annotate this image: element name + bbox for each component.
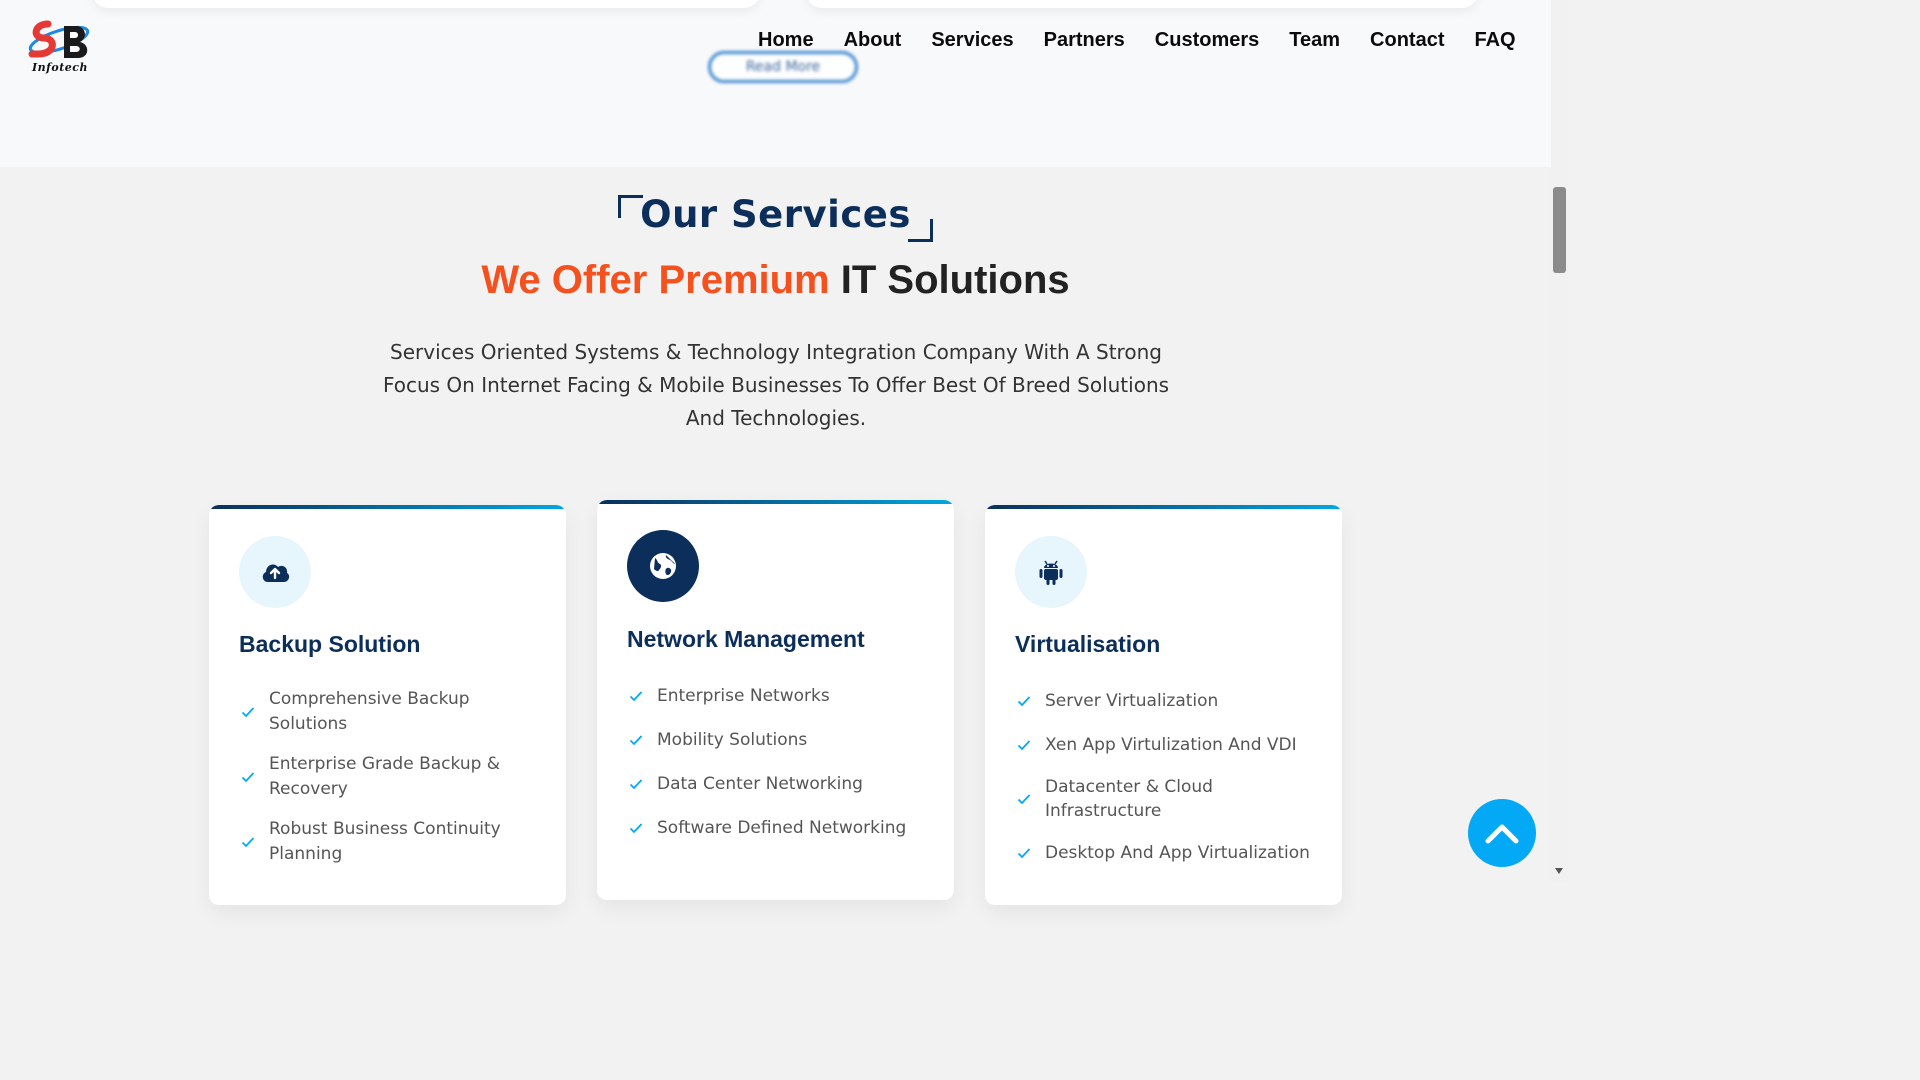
check-icon: [1017, 696, 1031, 707]
check-icon: [1017, 848, 1031, 859]
logo-mark-icon: [28, 20, 90, 58]
previous-card: [92, 0, 760, 8]
nav-about[interactable]: About: [844, 29, 902, 52]
scrollbar-thumb[interactable]: [1553, 187, 1566, 273]
check-icon: [629, 823, 643, 834]
feature-text: Xen App Virtulization And VDI: [1045, 735, 1297, 755]
feature-text: Enterprise Networks: [657, 686, 830, 706]
check-icon: [629, 735, 643, 746]
feature-text: Mobility Solutions: [657, 730, 808, 750]
list-item: Enterprise Grade Backup & Recovery: [239, 752, 546, 801]
logo-text: Infotech: [32, 61, 88, 74]
bracket-decoration: [618, 195, 644, 218]
nav-partners[interactable]: Partners: [1044, 29, 1125, 52]
card-accent-bar: [597, 500, 954, 504]
section-label-text: Our Services: [640, 193, 911, 236]
check-icon: [1017, 740, 1031, 751]
nav-services[interactable]: Services: [931, 29, 1013, 52]
list-item: Enterprise Networks: [627, 684, 934, 709]
previous-card: [806, 0, 1478, 8]
scroll-down-arrow-icon[interactable]: [1555, 868, 1563, 874]
list-item: Mobility Solutions: [627, 728, 934, 753]
card-title: Network Management: [627, 626, 865, 652]
section-label-wrap: Our Services: [0, 193, 1551, 242]
android-icon: [1015, 536, 1087, 608]
check-icon: [241, 706, 255, 717]
feature-list: Comprehensive Backup Solutions Enterpris…: [239, 687, 546, 866]
list-item: Data Center Networking: [627, 772, 934, 797]
service-card-virtualisation[interactable]: Virtualisation Server Virtualization Xen…: [985, 505, 1342, 905]
card-title: Virtualisation: [1015, 631, 1161, 657]
check-icon: [241, 836, 255, 847]
feature-text: Robust Business Continuity Planning: [269, 819, 501, 864]
list-item: Comprehensive Backup Solutions: [239, 687, 546, 736]
check-icon: [629, 779, 643, 790]
scrollbar-track[interactable]: [1551, 0, 1568, 882]
section-label: Our Services: [618, 193, 933, 242]
bracket-decoration: [907, 219, 933, 242]
list-item: Xen App Virtulization And VDI: [1015, 733, 1322, 758]
card-title: Backup Solution: [239, 631, 421, 657]
nav-contact[interactable]: Contact: [1370, 29, 1444, 52]
feature-text: Desktop And App Virtualization: [1045, 842, 1310, 863]
service-card-network[interactable]: Network Management Enterprise Networks M…: [597, 500, 954, 900]
card-accent-bar: [209, 505, 566, 509]
main-nav: Home About Services Partners Customers T…: [758, 29, 1516, 52]
list-item: Robust Business Continuity Planning: [239, 817, 546, 866]
globe-icon: [627, 530, 699, 602]
service-card-backup[interactable]: Backup Solution Comprehensive Backup Sol…: [209, 505, 566, 905]
back-to-top-button[interactable]: [1468, 799, 1536, 867]
nav-customers[interactable]: Customers: [1155, 29, 1259, 52]
feature-text: Enterprise Grade Backup & Recovery: [269, 754, 501, 799]
feature-list: Enterprise Networks Mobility Solutions D…: [627, 684, 934, 841]
feature-text: Comprehensive Backup Solutions: [269, 689, 470, 734]
nav-home[interactable]: Home: [758, 29, 814, 52]
nav-team[interactable]: Team: [1289, 29, 1340, 52]
card-accent-bar: [985, 505, 1342, 509]
feature-text: Datacenter & Cloud Infrastructure: [1045, 776, 1213, 822]
previous-section: Read More: [0, 0, 1551, 167]
list-item: Software Defined Networking: [627, 816, 934, 841]
headline-rest: IT Solutions: [840, 258, 1070, 302]
chevron-up-icon: [1485, 824, 1519, 844]
section-headline: We Offer Premium IT Solutions: [0, 258, 1551, 303]
headline-accent: We Offer Premium: [481, 258, 830, 302]
feature-text: Software Defined Networking: [657, 818, 907, 838]
nav-faq[interactable]: FAQ: [1475, 29, 1516, 52]
cloud-upload-icon: [239, 536, 311, 608]
feature-text: Data Center Networking: [657, 774, 863, 794]
list-item: Datacenter & Cloud Infrastructure: [1015, 775, 1322, 824]
section-intro: Services Oriented Systems & Technology I…: [382, 340, 1170, 430]
check-icon: [1017, 794, 1031, 805]
feature-list: Server Virtualization Xen App Virtulizat…: [1015, 689, 1322, 865]
read-more-button[interactable]: Read More: [708, 51, 858, 83]
list-item: Server Virtualization: [1015, 689, 1322, 714]
list-item: Desktop And App Virtualization: [1015, 841, 1322, 866]
check-icon: [241, 771, 255, 782]
check-icon: [629, 691, 643, 702]
feature-text: Server Virtualization: [1045, 691, 1219, 711]
